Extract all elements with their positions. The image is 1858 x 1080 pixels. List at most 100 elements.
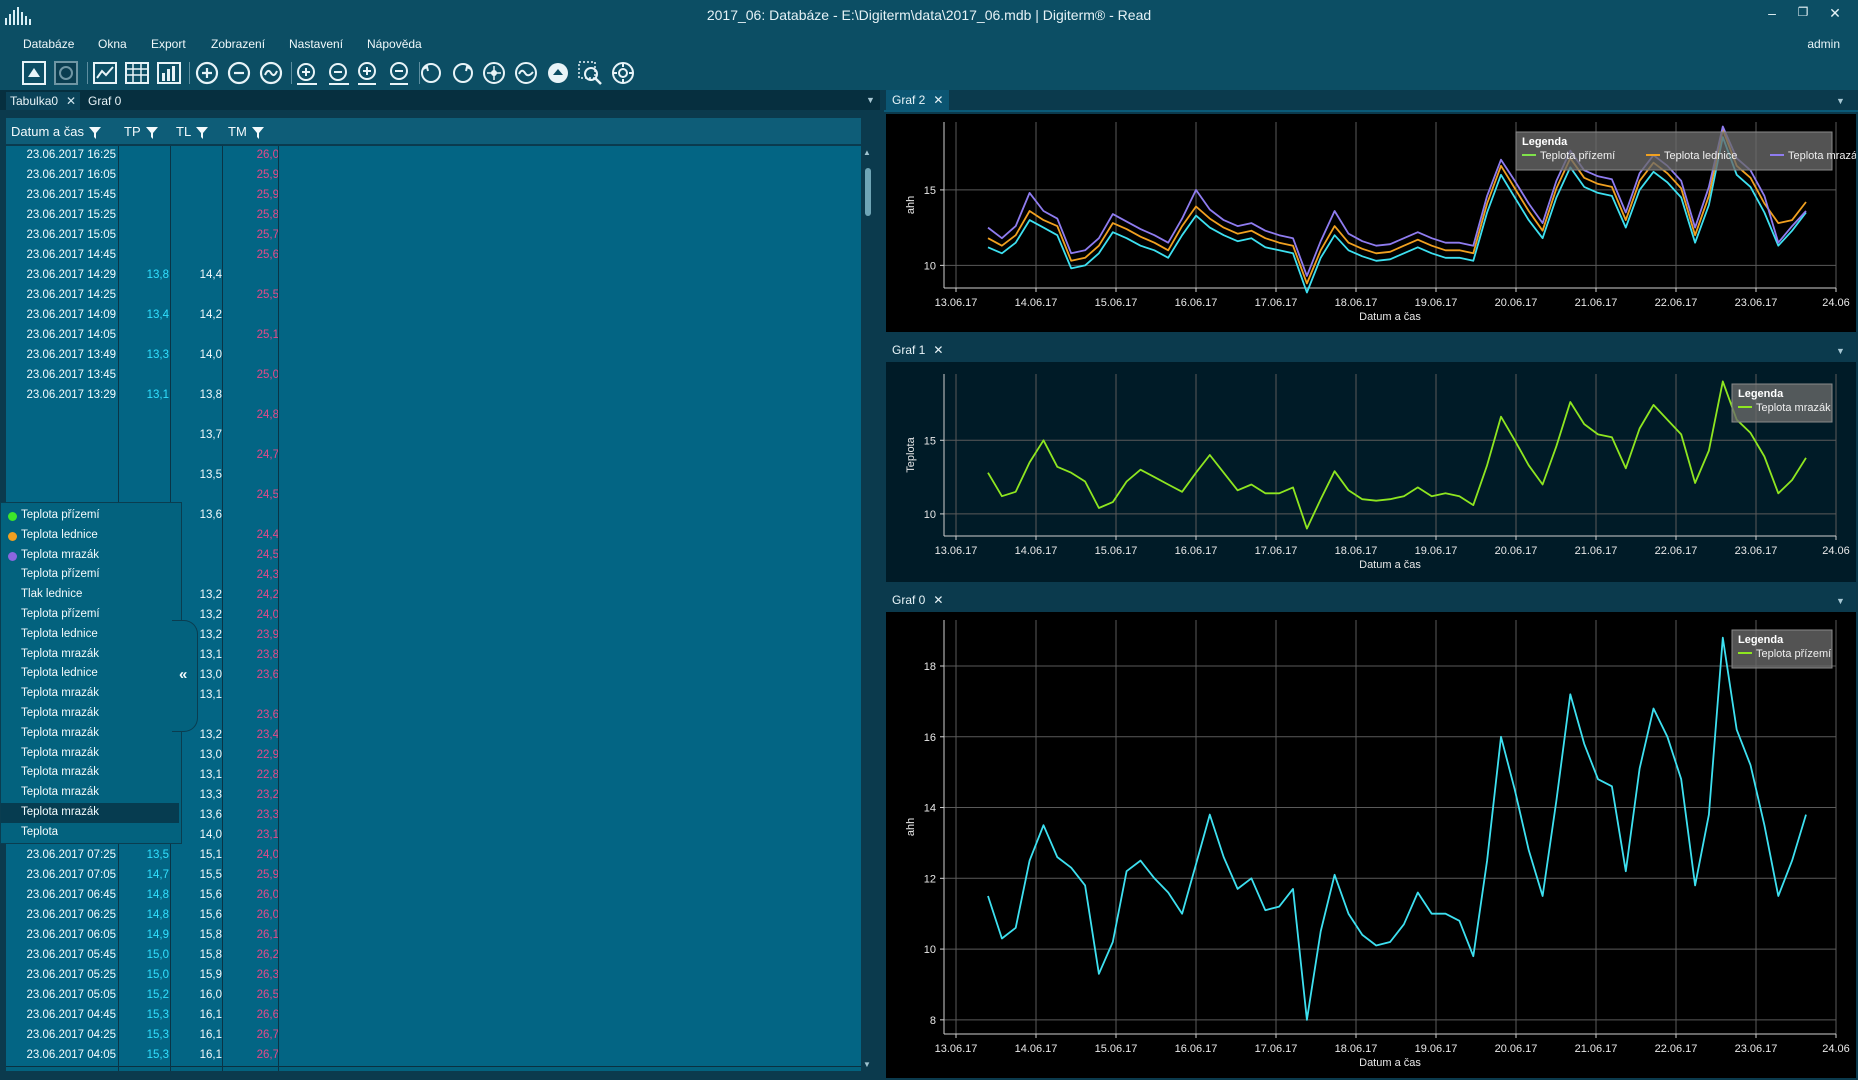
- settings-icon[interactable]: [610, 60, 636, 86]
- table-row[interactable]: 23.06.2017 06:45 14,8 15,6 26,0: [6, 886, 861, 907]
- table-row[interactable]: 23.06.2017 15:25 25,8: [6, 206, 861, 227]
- series-list-item[interactable]: Teplota lednice: [1, 625, 179, 645]
- column-header-tm[interactable]: TM: [228, 124, 265, 140]
- pan-icon[interactable]: [481, 60, 507, 86]
- tab-graf0[interactable]: Graf 0: [84, 92, 125, 110]
- smooth-icon[interactable]: [513, 60, 539, 86]
- table-row[interactable]: 23.06.2017 06:25 14,8 15,6 26,0: [6, 906, 861, 927]
- table-row[interactable]: 23.06.2017 15:05 25,7: [6, 226, 861, 247]
- tab-graf1[interactable]: Graf 1 ✕: [886, 340, 949, 360]
- chart-svg[interactable]: 13.06.17 14.06.17 15.06.17 16.06.17 17.06.17…: [886, 114, 1856, 332]
- table-row[interactable]: 23.06.2017 06:05 14,9 15,8 26,1: [6, 926, 861, 947]
- export-icon[interactable]: [545, 60, 571, 86]
- tab-dropdown-icon[interactable]: ▼: [1836, 596, 1845, 606]
- select-zoom-icon[interactable]: [577, 60, 603, 86]
- menu-napoveda[interactable]: Nápověda: [367, 37, 422, 51]
- table-row[interactable]: 23.06.2017 05:25 15,0 15,9 26,3: [6, 966, 861, 987]
- rotate-left-icon[interactable]: [418, 60, 444, 86]
- series-list-item[interactable]: Tlak lednice: [1, 585, 179, 605]
- menu-okna[interactable]: Okna: [98, 37, 127, 51]
- tab-dropdown-icon[interactable]: ▼: [1836, 346, 1845, 356]
- table-row[interactable]: 23.06.2017 07:05 14,7 15,5 25,9: [6, 866, 861, 887]
- table-scrollbar[interactable]: [862, 146, 874, 1071]
- series-list-item[interactable]: Teplota lednice: [1, 526, 179, 546]
- table-row[interactable]: 23.06.2017 07:25 13,5 15,1 24,0: [6, 846, 861, 867]
- zoom-out-icon[interactable]: [226, 60, 252, 86]
- table-row[interactable]: 23.06.2017 13:29 13,1 13,8: [6, 386, 861, 407]
- zoom-fit-icon[interactable]: [258, 60, 284, 86]
- table-icon[interactable]: [124, 60, 150, 86]
- open-db-icon[interactable]: [21, 60, 47, 86]
- tab-close-icon[interactable]: ✕: [933, 343, 943, 357]
- table-row[interactable]: 23.06.2017 04:25 15,3 16,1 26,7: [6, 1026, 861, 1047]
- table-row[interactable]: 23.06.2017 13:49 13,3 14,0: [6, 346, 861, 367]
- tab-close-icon[interactable]: ✕: [933, 93, 943, 107]
- series-list-item[interactable]: Teplota lednice: [1, 664, 179, 684]
- table-scroll-thumb[interactable]: [865, 168, 871, 216]
- column-header-tl[interactable]: TL: [176, 124, 209, 140]
- column-header-tp[interactable]: TP: [124, 124, 159, 140]
- scroll-up-icon[interactable]: ▲: [863, 148, 871, 157]
- table-row[interactable]: 23.06.2017 14:45 25,6: [6, 246, 861, 267]
- series-list-item[interactable]: Teplota mrazák: [1, 724, 179, 744]
- bar-chart-icon[interactable]: [156, 60, 182, 86]
- tab-dropdown-icon[interactable]: ▼: [1836, 96, 1845, 106]
- table-row[interactable]: 23.06.2017 14:25 25,5: [6, 286, 861, 307]
- filter-icon[interactable]: [195, 126, 209, 140]
- table-row[interactable]: 23.06.2017 14:09 13,4 14,2: [6, 306, 861, 327]
- menu-databaze[interactable]: Databáze: [23, 37, 74, 51]
- series-list-item[interactable]: Teplota mrazák: [1, 803, 179, 823]
- table-row[interactable]: 24,7: [6, 446, 861, 467]
- tab-dropdown-icon[interactable]: ▼: [866, 95, 875, 105]
- zoom-in-y-icon[interactable]: [354, 60, 380, 86]
- table-row[interactable]: 24,8: [6, 406, 861, 427]
- table-row[interactable]: 23.06.2017 16:25 26,0: [6, 146, 861, 167]
- table-row[interactable]: 23.06.2017 13:45 25,0: [6, 366, 861, 387]
- table-row[interactable]: 23.06.2017 04:05 15,3 16,1 26,7: [6, 1046, 861, 1067]
- zoom-out-y-icon[interactable]: [386, 60, 412, 86]
- table-row[interactable]: 23.06.2017 04:45 15,3 16,1 26,6: [6, 1006, 861, 1027]
- table-row[interactable]: 23.06.2017 14:05 25,1: [6, 326, 861, 347]
- series-list-item[interactable]: Teplota: [1, 823, 179, 843]
- tab-graf0-chart[interactable]: Graf 0 ✕: [886, 590, 949, 610]
- tab-close-icon[interactable]: ✕: [66, 94, 76, 108]
- user-name[interactable]: admin: [1807, 37, 1840, 51]
- table-row[interactable]: 23.06.2017 05:45 15,0 15,8 26,2: [6, 946, 861, 967]
- series-list-item[interactable]: Teplota mrazák: [1, 684, 179, 704]
- restore-button[interactable]: ❐: [1792, 5, 1814, 19]
- graf0-chart[interactable]: 13.06.17 14.06.17 15.06.17 16.06.17 17.06.17…: [886, 612, 1856, 1078]
- menu-nastaveni[interactable]: Nastavení: [289, 37, 343, 51]
- series-list-item[interactable]: Teplota mrazák: [1, 744, 179, 764]
- tab-close-icon[interactable]: ✕: [933, 593, 943, 607]
- table-row[interactable]: 23.06.2017 14:29 13,8 14,4: [6, 266, 861, 287]
- tab-tabulka0[interactable]: Tabulka0 ✕: [6, 92, 81, 110]
- series-list-item[interactable]: Teplota mrazák: [1, 645, 179, 665]
- graf1-chart[interactable]: 13.06.17 14.06.17 15.06.17 16.06.17 17.06.17…: [886, 362, 1856, 582]
- series-list-item[interactable]: Teplota přízemí: [1, 565, 179, 585]
- filter-icon[interactable]: [251, 126, 265, 140]
- series-list-item[interactable]: Teplota přízemí: [1, 506, 179, 526]
- series-list-item[interactable]: Teplota mrazák: [1, 783, 179, 803]
- table-row[interactable]: 13,5: [6, 466, 861, 487]
- collapse-chevron-icon[interactable]: «: [179, 666, 187, 683]
- chart-svg[interactable]: 13.06.17 14.06.17 15.06.17 16.06.17 17.06.17…: [886, 362, 1856, 582]
- series-panel-collapse-tab[interactable]: «: [172, 620, 198, 732]
- close-button[interactable]: ✕: [1824, 5, 1846, 22]
- menu-export[interactable]: Export: [151, 37, 186, 51]
- scroll-down-icon[interactable]: ▼: [863, 1060, 871, 1069]
- series-list-item[interactable]: Teplota mrazák: [1, 546, 179, 566]
- minimize-button[interactable]: –: [1761, 5, 1783, 21]
- table-row[interactable]: 23.06.2017 16:05 25,9: [6, 166, 861, 187]
- chart-svg[interactable]: 13.06.17 14.06.17 15.06.17 16.06.17 17.06.17…: [886, 612, 1856, 1078]
- table-row[interactable]: 23.06.2017 15:45 25,9: [6, 186, 861, 207]
- rotate-right-icon[interactable]: [450, 60, 476, 86]
- menu-zobrazeni[interactable]: Zobrazení: [211, 37, 265, 51]
- tab-graf2[interactable]: Graf 2 ✕: [886, 90, 950, 110]
- table-row[interactable]: 13,7: [6, 426, 861, 447]
- table-row[interactable]: 23.06.2017 05:05 15,2 16,0 26,5: [6, 986, 861, 1007]
- column-header-datum[interactable]: Datum a čas: [11, 124, 102, 140]
- series-list-item[interactable]: Teplota mrazák: [1, 763, 179, 783]
- series-list-item[interactable]: Teplota přízemí: [1, 605, 179, 625]
- filter-icon[interactable]: [88, 126, 102, 140]
- graf2-chart[interactable]: 13.06.17 14.06.17 15.06.17 16.06.17 17.06.17…: [886, 114, 1856, 332]
